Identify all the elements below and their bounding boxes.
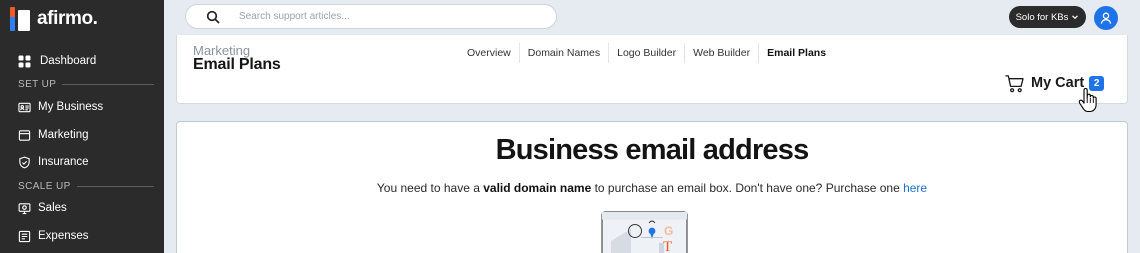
plan-label: Solo for KBs xyxy=(1015,11,1069,23)
svg-text:G: G xyxy=(664,224,673,238)
valid-domain-emphasis: valid domain name xyxy=(483,181,592,195)
section-title: Business email address xyxy=(495,134,810,166)
marketing-tabs: Overview Domain Names Logo Builder Web B… xyxy=(459,43,834,63)
sidebar-item-marketing[interactable]: Marketing xyxy=(18,126,89,144)
account-plan-dropdown[interactable]: Solo for KBs xyxy=(1009,6,1086,28)
tab-email-plans[interactable]: Email Plans xyxy=(758,43,834,63)
section-setup: SET UP xyxy=(10,78,154,90)
sidebar-item-my-business[interactable]: My Business xyxy=(18,98,103,116)
user-avatar-button[interactable] xyxy=(1094,6,1118,30)
svg-text:T: T xyxy=(663,239,672,253)
window-icon xyxy=(18,129,31,142)
search-icon xyxy=(206,10,220,24)
domain-illustration: G T xyxy=(601,211,688,253)
search-input[interactable] xyxy=(239,11,519,22)
sidebar-item-label: Expenses xyxy=(38,230,89,242)
id-card-icon xyxy=(18,101,31,114)
cart-label: My Cart xyxy=(1031,75,1085,91)
tab-domain-names[interactable]: Domain Names xyxy=(518,43,608,63)
sidebar-item-dashboard[interactable]: Dashboard xyxy=(18,52,96,70)
shield-check-icon xyxy=(18,156,31,169)
sidebar-item-insurance[interactable]: Insurance xyxy=(18,153,89,171)
hand-pointer-icon xyxy=(1078,88,1097,113)
tab-web-builder[interactable]: Web Builder xyxy=(684,43,758,63)
logo-wordmark: afirmo. xyxy=(37,8,98,29)
user-icon xyxy=(1100,12,1112,24)
receipt-icon xyxy=(18,230,31,243)
sidebar-item-sales[interactable]: Sales xyxy=(18,199,67,217)
tab-logo-builder[interactable]: Logo Builder xyxy=(608,43,684,63)
shopping-cart-icon xyxy=(1005,74,1024,92)
tab-overview[interactable]: Overview xyxy=(459,43,519,63)
sidebar: afirmo. Dashboard SET UP My Business Mar… xyxy=(0,0,164,253)
sidebar-item-label: My Business xyxy=(38,101,104,113)
sidebar-item-expenses[interactable]: Expenses xyxy=(18,227,89,245)
monitor-dollar-icon xyxy=(18,202,31,215)
sidebar-item-label: Dashboard xyxy=(40,55,97,67)
afirmo-logo-mark xyxy=(10,7,32,31)
sidebar-item-label: Sales xyxy=(38,202,67,214)
domain-requirement-text: You need to have a valid domain name to … xyxy=(376,181,928,195)
section-scaleup: SCALE UP xyxy=(10,180,154,192)
page-header: Marketing Email Plans Overview Domain Na… xyxy=(176,35,1128,104)
chevron-down-icon xyxy=(1072,15,1079,20)
sidebar-item-label: Insurance xyxy=(38,156,89,168)
afirmo-logo[interactable]: afirmo. xyxy=(10,6,98,32)
sidebar-item-label: Marketing xyxy=(38,129,89,141)
purchase-domain-link[interactable]: here xyxy=(903,181,927,195)
search-bar[interactable] xyxy=(185,4,557,29)
email-plans-card: Business email address You need to have … xyxy=(176,121,1128,253)
page-title: Email Plans xyxy=(193,56,281,73)
grid-icon xyxy=(18,55,31,68)
